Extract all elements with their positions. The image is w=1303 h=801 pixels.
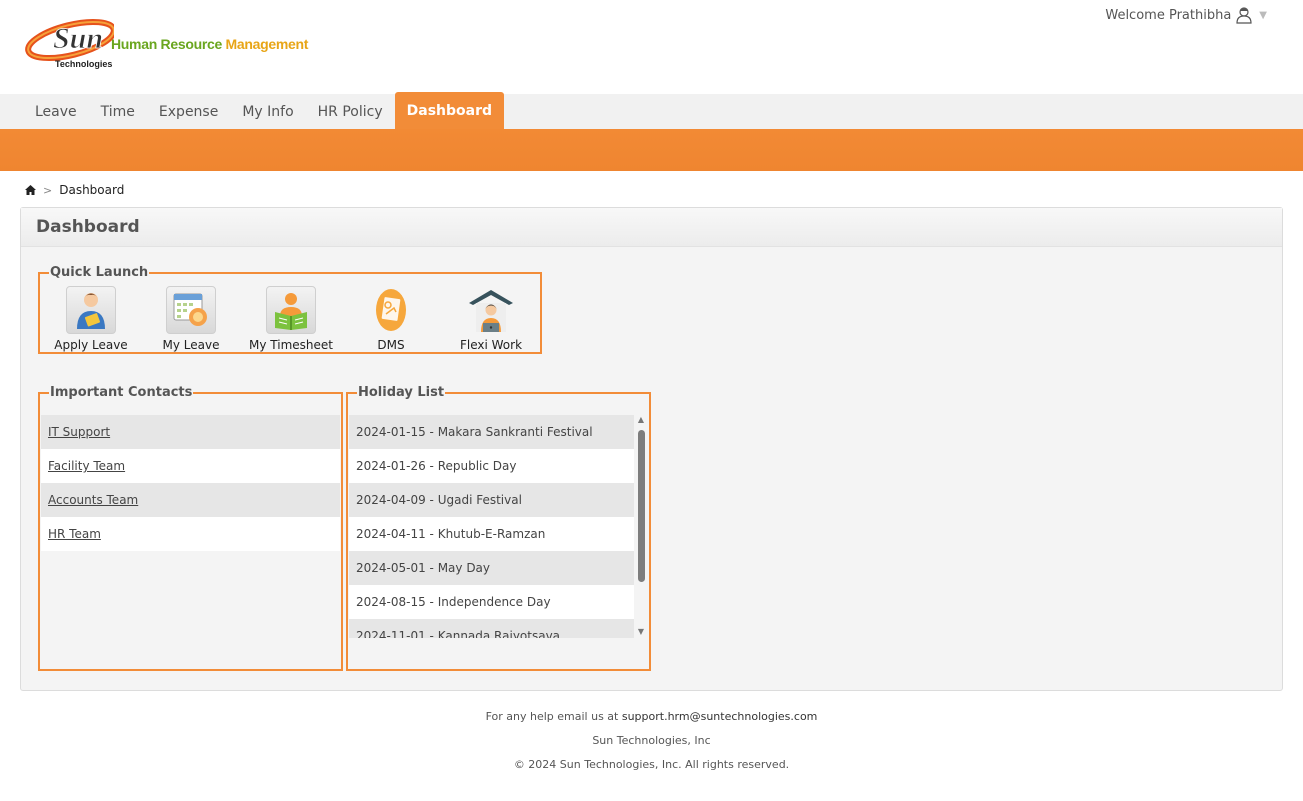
list-item: 2024-04-11 - Khutub-E-Ramzan (349, 517, 634, 551)
home-icon[interactable] (25, 185, 36, 195)
list-item: HR Team (41, 517, 340, 551)
calendar-icon (166, 286, 216, 334)
quick-launch-flexi-work[interactable]: Flexi Work (441, 286, 541, 352)
quick-launch-dms[interactable]: DMS (341, 286, 441, 352)
list-item: Facility Team (41, 449, 340, 483)
list-item: IT Support (41, 415, 340, 449)
panel-title: Dashboard (21, 208, 1282, 247)
contact-link-hr-team[interactable]: HR Team (48, 527, 101, 541)
holiday-scroll-area[interactable]: 2024-01-15 - Makara Sankranti Festival 2… (349, 415, 634, 638)
list-item: 2024-01-15 - Makara Sankranti Festival (349, 415, 634, 449)
list-item: 2024-01-26 - Republic Day (349, 449, 634, 483)
support-email-link[interactable]: support.hrm@suntechnologies.com (622, 710, 818, 723)
contact-link-accounts-team[interactable]: Accounts Team (48, 493, 138, 507)
list-item: 2024-05-01 - May Day (349, 551, 634, 585)
quick-launch-label: My Timesheet (249, 338, 333, 352)
user-avatar-icon (1236, 7, 1252, 24)
company-logo[interactable]: Sun Human Resource Management Technologi… (24, 12, 314, 74)
quick-launch-apply-leave[interactable]: Apply Leave (41, 286, 141, 352)
header: Sun Human Resource Management Technologi… (0, 0, 1303, 94)
holiday-legend: Holiday List (358, 385, 445, 400)
nav-hr-policy[interactable]: HR Policy (306, 94, 395, 129)
home-worker-icon (466, 286, 516, 334)
dms-icon (366, 286, 416, 334)
scroll-up-icon[interactable]: ▲ (635, 414, 647, 426)
list-item: 2024-04-09 - Ugadi Festival (349, 483, 634, 517)
quick-launch-label: DMS (377, 338, 405, 352)
welcome-text: Welcome Prathibha (1105, 7, 1232, 23)
footer-help-text: For any help email us at (485, 710, 622, 723)
breadcrumb-separator: > (43, 183, 53, 197)
important-contacts: Important Contacts IT Support Facility T… (38, 385, 343, 671)
nav-expense[interactable]: Expense (147, 94, 230, 129)
holiday-scrollbar[interactable]: ▲ ▼ (635, 414, 647, 638)
contact-link-facility-team[interactable]: Facility Team (48, 459, 125, 473)
quick-launch-label: My Leave (162, 338, 220, 352)
quick-launch-label: Apply Leave (54, 338, 128, 352)
chevron-down-icon: ▼ (1259, 9, 1267, 21)
footer-company: Sun Technologies, Inc (592, 734, 711, 747)
contacts-legend: Important Contacts (50, 385, 193, 400)
nav-dashboard[interactable]: Dashboard (394, 92, 505, 129)
list-item: Accounts Team (41, 483, 340, 517)
scroll-down-icon[interactable]: ▼ (635, 626, 647, 638)
nav-leave[interactable]: Leave (23, 94, 89, 129)
svg-text:Sun: Sun (53, 22, 103, 55)
list-item: 2024-11-01 - Kannada Rajyotsava (349, 619, 634, 638)
logo-title-part2: Management (225, 36, 309, 52)
logo-subtitle: Technologies (55, 59, 113, 69)
quick-launch-label: Flexi Work (459, 338, 523, 352)
nav-my-info[interactable]: My Info (230, 94, 305, 129)
logo-title-part1: Human Resource (111, 36, 226, 52)
quick-launch-my-timesheet[interactable]: My Timesheet (241, 286, 341, 352)
scrollbar-thumb[interactable] (638, 430, 645, 582)
nav-time[interactable]: Time (89, 94, 147, 129)
breadcrumb-current: Dashboard (59, 183, 125, 197)
quick-launch-my-leave[interactable]: My Leave (141, 286, 241, 352)
footer-copyright: © 2024 Sun Technologies, Inc. All rights… (513, 758, 790, 771)
holiday-list: Holiday List 2024-01-15 - Makara Sankran… (346, 385, 651, 671)
apply-leave-icon (66, 286, 116, 334)
dashboard-panel: Dashboard Quick Launch Apply Leave My Le… (20, 207, 1283, 691)
main-nav: Leave Time Expense My Info HR Policy Das… (0, 92, 1303, 129)
sub-nav-bar (0, 129, 1303, 171)
logo-title: Human Resource Management (111, 36, 308, 52)
list-item: 2024-08-15 - Independence Day (349, 585, 634, 619)
quick-launch-legend: Quick Launch (50, 265, 149, 280)
user-menu[interactable]: Welcome Prathibha ▼ (1105, 6, 1267, 24)
footer-help: For any help email us at support.hrm@sun… (0, 710, 1303, 723)
contacts-list: IT Support Facility Team Accounts Team H… (41, 415, 340, 551)
timesheet-icon (266, 286, 316, 334)
contact-link-it-support[interactable]: IT Support (48, 425, 110, 439)
breadcrumb: > Dashboard (25, 183, 124, 197)
quick-launch: Quick Launch Apply Leave My Leave My Tim… (38, 265, 542, 354)
